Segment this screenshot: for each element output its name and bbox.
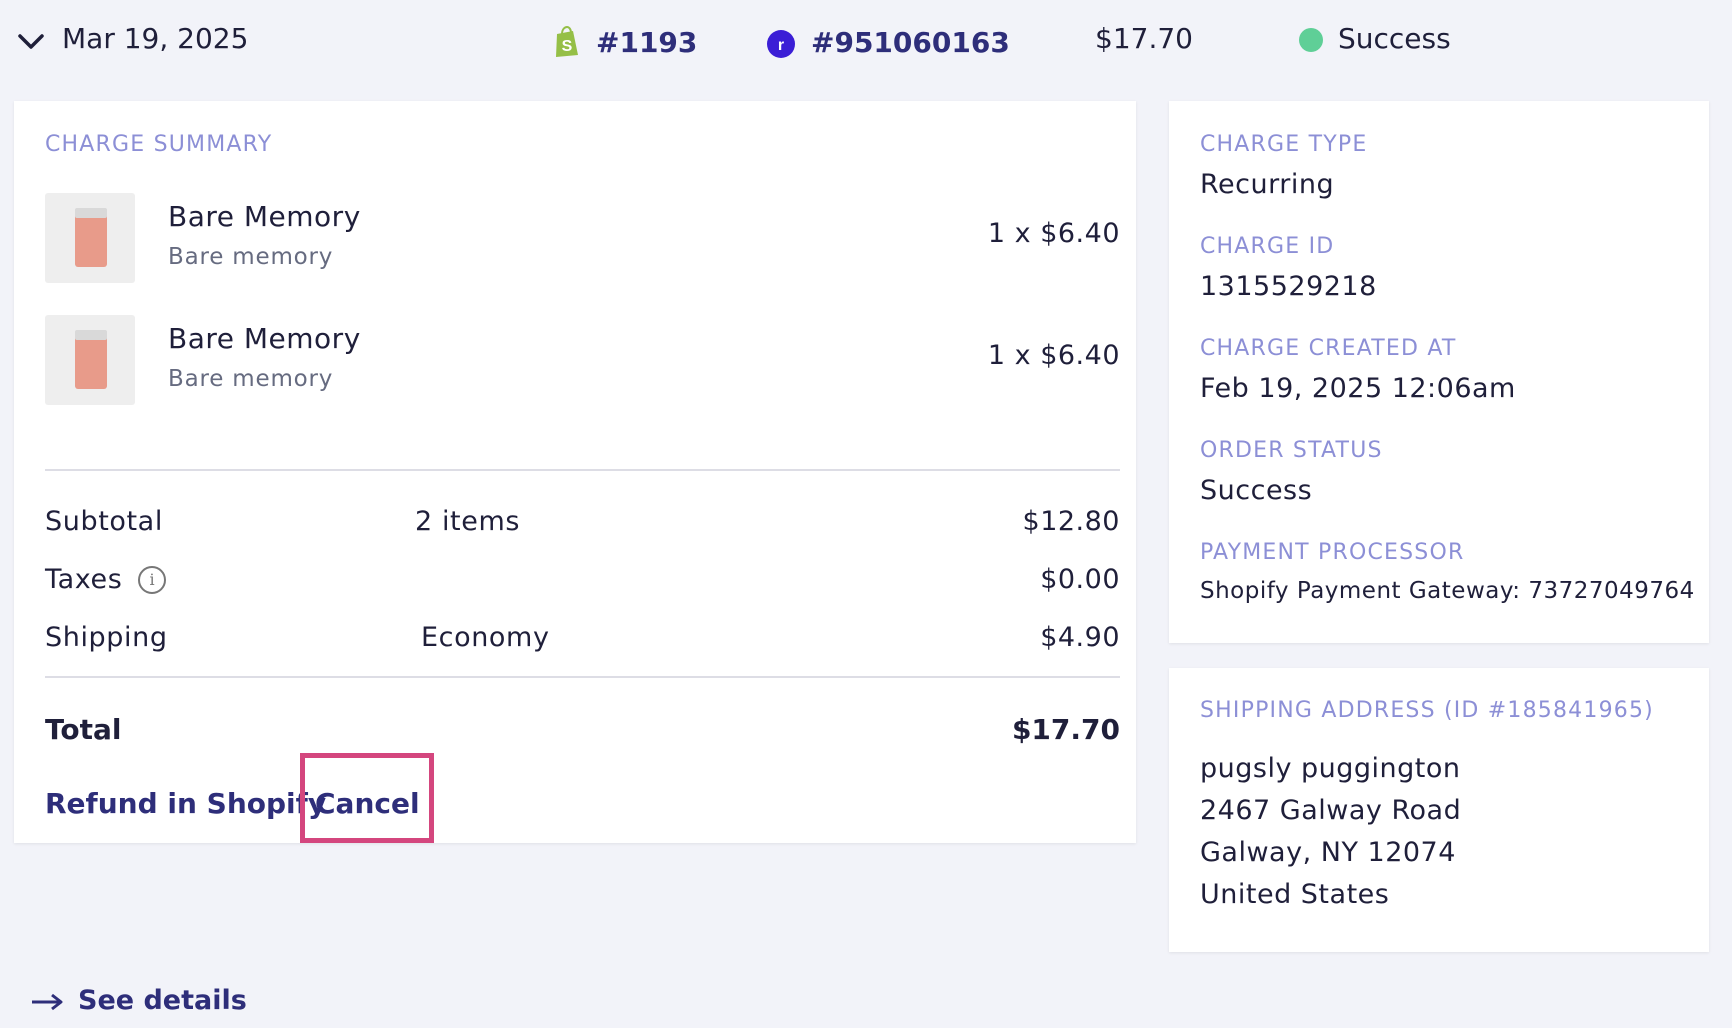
shipping-address-card: SHIPPING ADDRESS (ID #185841965) pugsly … bbox=[1169, 668, 1709, 952]
product-thumbnail bbox=[45, 315, 135, 405]
charge-summary-title: CHARGE SUMMARY bbox=[45, 132, 273, 157]
charge-type-value: Recurring bbox=[1200, 169, 1335, 200]
order-status-label: ORDER STATUS bbox=[1200, 438, 1383, 463]
address-country: United States bbox=[1200, 879, 1390, 910]
charge-date: Mar 19, 2025 bbox=[62, 22, 249, 55]
divider bbox=[45, 676, 1120, 678]
charge-row-header[interactable]: Mar 19, 2025 S #1193 r #951060163 $17.70… bbox=[0, 0, 1732, 90]
arrow-right-icon bbox=[32, 993, 63, 1011]
address-city: Galway, NY 12074 bbox=[1200, 837, 1456, 868]
product-image-icon bbox=[75, 208, 107, 267]
item-qty-price: 1 x $6.40 bbox=[987, 340, 1120, 371]
item-title: Bare Memory bbox=[168, 200, 361, 233]
total-label: Total bbox=[45, 713, 122, 746]
taxes-label: Taxes bbox=[45, 564, 123, 595]
subtotal-label: Subtotal bbox=[45, 506, 163, 537]
charge-id-value: 1315529218 bbox=[1200, 271, 1377, 302]
svg-text:S: S bbox=[562, 38, 573, 55]
info-icon[interactable]: i bbox=[138, 566, 166, 594]
svg-text:r: r bbox=[778, 37, 784, 54]
shopify-order-link[interactable]: #1193 bbox=[596, 26, 697, 59]
shipping-method: Economy bbox=[421, 622, 550, 653]
product-thumbnail bbox=[45, 193, 135, 283]
recharge-order-link[interactable]: #951060163 bbox=[811, 26, 1010, 59]
chevron-down-icon[interactable] bbox=[16, 30, 46, 54]
total-value: $17.70 bbox=[1011, 713, 1120, 746]
item-subtitle: Bare memory bbox=[168, 366, 334, 392]
status-dot-icon bbox=[1299, 28, 1323, 52]
shipping-value: $4.90 bbox=[1040, 622, 1120, 653]
item-title: Bare Memory bbox=[168, 322, 361, 355]
item-qty-price: 1 x $6.40 bbox=[987, 218, 1120, 249]
refund-in-shopify-link[interactable]: Refund in Shopify bbox=[45, 787, 326, 820]
charge-id-label: CHARGE ID bbox=[1200, 234, 1335, 259]
payment-processor-label: PAYMENT PROCESSOR bbox=[1200, 540, 1465, 565]
charge-amount: $17.70 bbox=[1095, 22, 1193, 55]
charge-created-value: Feb 19, 2025 12:06am bbox=[1200, 373, 1516, 404]
charge-status: Success bbox=[1338, 22, 1451, 55]
address-street: 2467 Galway Road bbox=[1200, 795, 1462, 826]
charge-type-label: CHARGE TYPE bbox=[1200, 132, 1368, 157]
shopify-icon: S bbox=[556, 26, 578, 57]
address-name: pugsly puggington bbox=[1200, 753, 1461, 784]
recharge-icon: r bbox=[767, 30, 795, 58]
subtotal-value: $12.80 bbox=[1022, 506, 1120, 537]
order-status-value: Success bbox=[1200, 475, 1313, 506]
divider bbox=[45, 469, 1120, 471]
charge-summary-card: CHARGE SUMMARY Bare Memory Bare memory 1… bbox=[14, 101, 1136, 843]
payment-processor-value: Shopify Payment Gateway: 73727049764 bbox=[1200, 578, 1695, 604]
see-details-label[interactable]: See details bbox=[78, 985, 247, 1016]
product-image-icon bbox=[75, 330, 107, 389]
shipping-label: Shipping bbox=[45, 622, 168, 653]
cancel-highlight-box bbox=[300, 753, 434, 843]
charge-created-label: CHARGE CREATED AT bbox=[1200, 336, 1457, 361]
taxes-value: $0.00 bbox=[1040, 564, 1120, 595]
shipping-address-label: SHIPPING ADDRESS (ID #185841965) bbox=[1200, 698, 1654, 723]
charge-info-card: CHARGE TYPE Recurring CHARGE ID 13155292… bbox=[1169, 101, 1709, 643]
item-subtitle: Bare memory bbox=[168, 244, 334, 270]
subtotal-items: 2 items bbox=[415, 506, 521, 537]
